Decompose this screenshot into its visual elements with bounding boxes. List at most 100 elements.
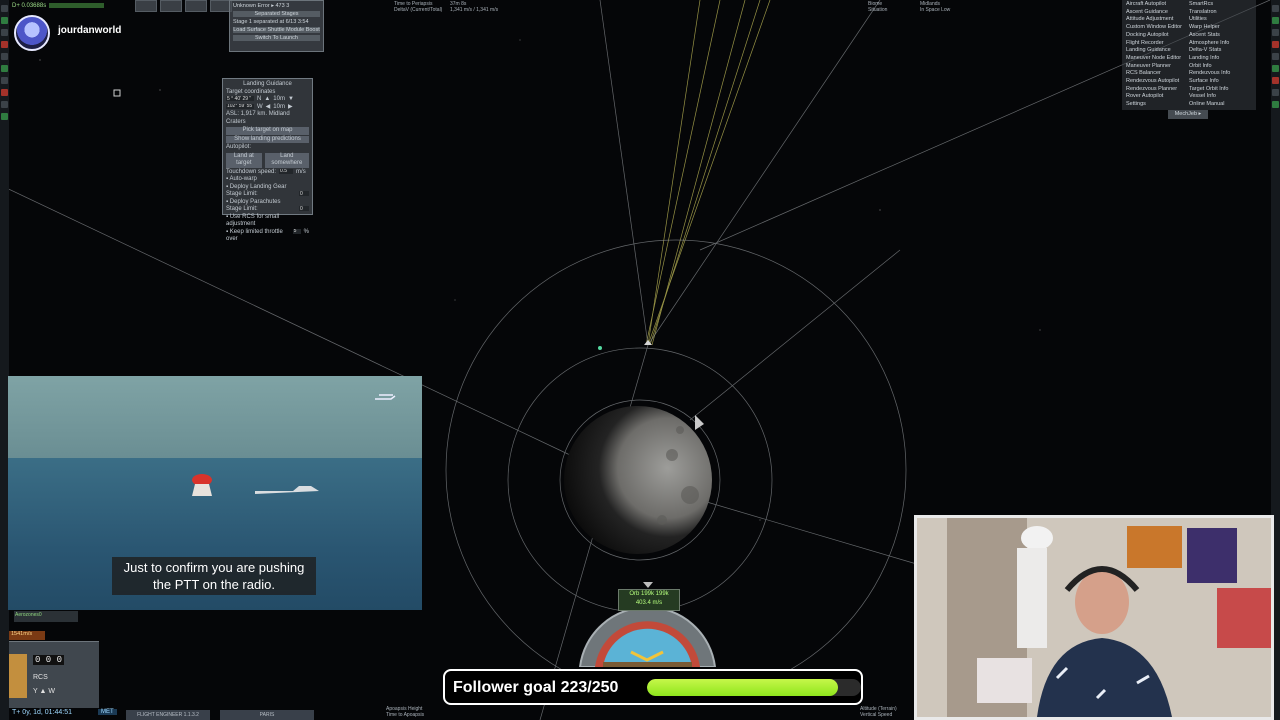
mechjeb-menu-item[interactable]: SmartRcs xyxy=(1189,1,1252,9)
mechjeb-menu-item[interactable]: Vessel Info xyxy=(1189,93,1252,101)
toolbar-button-icon[interactable] xyxy=(1272,65,1279,72)
toolbar-button-icon[interactable] xyxy=(1,41,8,48)
land-somewhere-button[interactable]: Land somewhere xyxy=(264,152,309,168)
mechjeb-menu[interactable]: Aircraft Autopilot Ascent Guidance Attitud… xyxy=(1122,0,1256,110)
mechjeb-menu-item[interactable]: Rendezvous Autopilot xyxy=(1126,78,1189,86)
periapsis-readout: Time to Periapsis DeltaV (Current/Total) xyxy=(394,1,442,13)
separated-stages-button[interactable]: Separated Stages xyxy=(233,11,320,17)
stage-indicator[interactable] xyxy=(9,654,27,698)
mechjeb-menu-item[interactable]: Docking Autopilot xyxy=(1126,32,1189,40)
toolbar-button-icon[interactable] xyxy=(1272,17,1279,24)
touchdown-speed-field[interactable] xyxy=(279,168,294,174)
capsule-icon xyxy=(192,474,212,496)
mechjeb-menu-item[interactable]: Rendezvous Info xyxy=(1189,70,1252,78)
mechjeb-menu-item[interactable]: Attitude Adjustment xyxy=(1126,16,1189,24)
toolbar-button-icon[interactable] xyxy=(1,101,8,108)
stage-limit-field[interactable] xyxy=(299,206,309,211)
vessel-control-panel[interactable]: 0 0 0 RCS Y ▲ W xyxy=(9,641,99,708)
toolbar-button-icon[interactable] xyxy=(1272,53,1279,60)
toolbar-button-icon[interactable] xyxy=(1,65,8,72)
toolbar-button-icon[interactable] xyxy=(1272,29,1279,36)
mechjeb-menu-item[interactable]: Target Orbit Info xyxy=(1189,86,1252,94)
throttle-limit-field[interactable] xyxy=(292,228,301,234)
mini-button[interactable] xyxy=(135,0,157,12)
autopilot-label: Autopilot: xyxy=(226,144,252,150)
stream-badge-bar xyxy=(49,3,105,8)
toolbar-button-icon[interactable] xyxy=(1,113,8,120)
stream-badge-text: D+ 0.03688s xyxy=(12,3,47,10)
right-arrow-icon[interactable]: ▶ xyxy=(288,104,293,112)
lat-direction[interactable]: N xyxy=(257,96,261,104)
mechjeb-menu-item[interactable]: Ascent Stats xyxy=(1189,32,1252,40)
mechjeb-menu-item[interactable]: Flight Recorder xyxy=(1126,40,1189,48)
lon-direction[interactable]: W xyxy=(257,104,263,112)
mechjeb-menu-item[interactable]: Maneuver Node Editor xyxy=(1126,55,1189,63)
mechjeb-menu-item[interactable]: Rendezvous Planner xyxy=(1126,86,1189,94)
switch-to-launch-button[interactable]: Switch To Launch xyxy=(233,35,320,41)
rcs-toggle[interactable]: RCS xyxy=(33,674,48,681)
load-module-button[interactable]: Load Surface Shuttle Module Boost xyxy=(233,27,320,33)
limit-throttle-checkbox[interactable]: ▪ Keep limited throttle over xyxy=(226,229,290,244)
deploy-gear-checkbox[interactable]: ▪ Deploy Landing Gear xyxy=(226,184,309,192)
flight-engineer-tab[interactable]: FLIGHT ENGINEER 1.1.3.2 xyxy=(126,710,210,720)
lon-step[interactable]: 10m xyxy=(273,104,285,112)
mechjeb-menu-item[interactable]: Utilities xyxy=(1189,16,1252,24)
landing-guidance-window[interactable]: Landing Guidance Target coordinates N ▲ … xyxy=(222,78,313,242)
mechjeb-menu-item[interactable]: Warp Helper xyxy=(1189,24,1252,32)
auto-warp-checkbox[interactable]: ▪ Auto-warp xyxy=(226,176,309,184)
toolbar-button-icon[interactable] xyxy=(1,89,8,96)
mechjeb-menu-item[interactable]: Maneuver Planner xyxy=(1126,63,1189,71)
top-mini-buttons xyxy=(135,0,232,12)
paris-tab[interactable]: PARIS xyxy=(220,710,314,720)
toolbar-button-icon[interactable] xyxy=(1,53,8,60)
biome-values: Midlands In Space Low xyxy=(920,1,950,13)
target-marker-icon[interactable] xyxy=(113,89,121,97)
mechjeb-menu-item[interactable]: Surface Info xyxy=(1189,78,1252,86)
mechjeb-menu-item[interactable]: RCS Balancer xyxy=(1126,70,1189,78)
stage-limit-field[interactable] xyxy=(299,191,309,196)
mechjeb-menu-item[interactable]: Translatron xyxy=(1189,9,1252,17)
mechjeb-menu-item[interactable]: Custom Window Editor xyxy=(1126,24,1189,32)
use-rcs-checkbox[interactable]: ▪ Use RCS for small adjustment xyxy=(226,214,309,229)
mechjeb-menu-item[interactable]: Landing Guidance xyxy=(1126,47,1189,55)
latitude-field[interactable] xyxy=(226,96,254,101)
deploy-chutes-checkbox[interactable]: ▪ Deploy Parachutes xyxy=(226,199,309,207)
mechjeb-menu-item[interactable]: Delta-V Stats xyxy=(1189,47,1252,55)
toolbar-button-icon[interactable] xyxy=(1272,77,1279,84)
moon-body[interactable] xyxy=(564,406,712,554)
toolbar-button-icon[interactable] xyxy=(1,17,8,24)
show-predictions-toggle[interactable]: Show landing predictions xyxy=(226,135,309,143)
toolbar-button-icon[interactable] xyxy=(1,29,8,36)
navball-readout[interactable]: Orb 199k 199k 403.4 m/s xyxy=(618,589,680,611)
longitude-field[interactable] xyxy=(226,103,254,109)
lat-step[interactable]: 10m xyxy=(273,96,285,104)
pick-target-button[interactable]: Pick target on map xyxy=(226,127,309,135)
mechjeb-menu-item[interactable]: Landing Info xyxy=(1189,55,1252,63)
toolbar-button-icon[interactable] xyxy=(1,77,8,84)
readout-label: Vertical Speed xyxy=(860,712,893,718)
mechjeb-menu-item[interactable]: Online Manual xyxy=(1189,101,1252,109)
left-toolbar[interactable] xyxy=(0,0,9,720)
mini-button[interactable] xyxy=(185,0,207,12)
left-arrow-icon[interactable]: ◀ xyxy=(266,104,271,112)
toolbar-button-icon[interactable] xyxy=(1272,101,1279,108)
mechjeb-menu-item[interactable]: Rover Autopilot xyxy=(1126,93,1189,101)
mechjeb-menu-item[interactable]: Atmosphere Info xyxy=(1189,40,1252,48)
decrement-icon[interactable]: ▼ xyxy=(288,96,294,104)
stage-limit-row: Stage Limit: xyxy=(226,206,309,214)
mechjeb-menu-item[interactable]: Settings xyxy=(1126,101,1189,109)
toolbar-button-icon[interactable] xyxy=(1272,5,1279,12)
toolbar-button-icon[interactable] xyxy=(1,5,8,12)
mechjeb-tab[interactable]: MechJeb ▸ xyxy=(1168,110,1208,119)
mechjeb-menu-item[interactable]: Orbit Info xyxy=(1189,63,1252,71)
toolbar-button-icon[interactable] xyxy=(1272,41,1279,48)
mechjeb-menu-item[interactable]: Ascent Guidance xyxy=(1126,9,1189,17)
increment-icon[interactable]: ▲ xyxy=(264,96,270,104)
vessel-marker-icon[interactable] xyxy=(598,346,602,350)
toolbar-button-icon[interactable] xyxy=(1272,89,1279,96)
mini-button[interactable] xyxy=(160,0,182,12)
mechjeb-menu-item[interactable]: Aircraft Autopilot xyxy=(1126,1,1189,9)
land-at-target-button[interactable]: Land at target xyxy=(226,152,262,168)
mechjeb-left-column: Aircraft Autopilot Ascent Guidance Attitud… xyxy=(1126,1,1189,109)
navball[interactable]: Orb 199k 199k 403.4 m/s xyxy=(575,582,720,668)
